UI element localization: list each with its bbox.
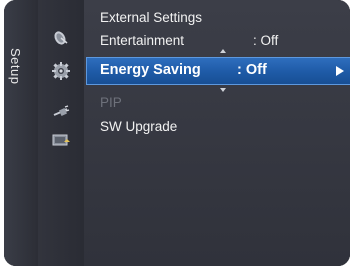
menu-item-sw-upgrade[interactable]: SW Upgrade bbox=[100, 116, 342, 138]
setup-title: Setup bbox=[8, 48, 23, 85]
scroll-down-indicator-icon bbox=[220, 88, 226, 92]
menu-item-value: : Off bbox=[253, 33, 279, 48]
menu-item-label: Entertainment bbox=[100, 33, 185, 48]
satellite-dish-icon[interactable] bbox=[51, 28, 71, 48]
category-icon-column bbox=[38, 0, 84, 266]
gear-icon[interactable] bbox=[51, 61, 71, 81]
menu-item-label: Energy Saving bbox=[100, 62, 201, 78]
menu-item-external-settings[interactable]: External Settings bbox=[100, 7, 342, 29]
menu-item-label: SW Upgrade bbox=[100, 119, 178, 134]
network-plug-icon[interactable] bbox=[51, 103, 71, 123]
menu-item-energy-saving[interactable]: Energy Saving : Off bbox=[86, 57, 350, 85]
menu-item-label: External Settings bbox=[100, 10, 203, 25]
setup-menu-panel: External Settings Entertainment : Off PI… bbox=[84, 0, 350, 266]
menu-item-label: PIP bbox=[100, 95, 122, 110]
menu-item-pip: PIP bbox=[100, 92, 342, 114]
scroll-up-indicator-icon bbox=[220, 49, 226, 53]
submenu-arrow-icon bbox=[336, 66, 344, 76]
setup-rail: Setup bbox=[4, 0, 38, 266]
menu-item-value: : Off bbox=[237, 62, 267, 78]
setup-menu-window: Setup External Settings Entertainment: … bbox=[4, 0, 350, 266]
input-source-icon[interactable] bbox=[51, 130, 71, 150]
